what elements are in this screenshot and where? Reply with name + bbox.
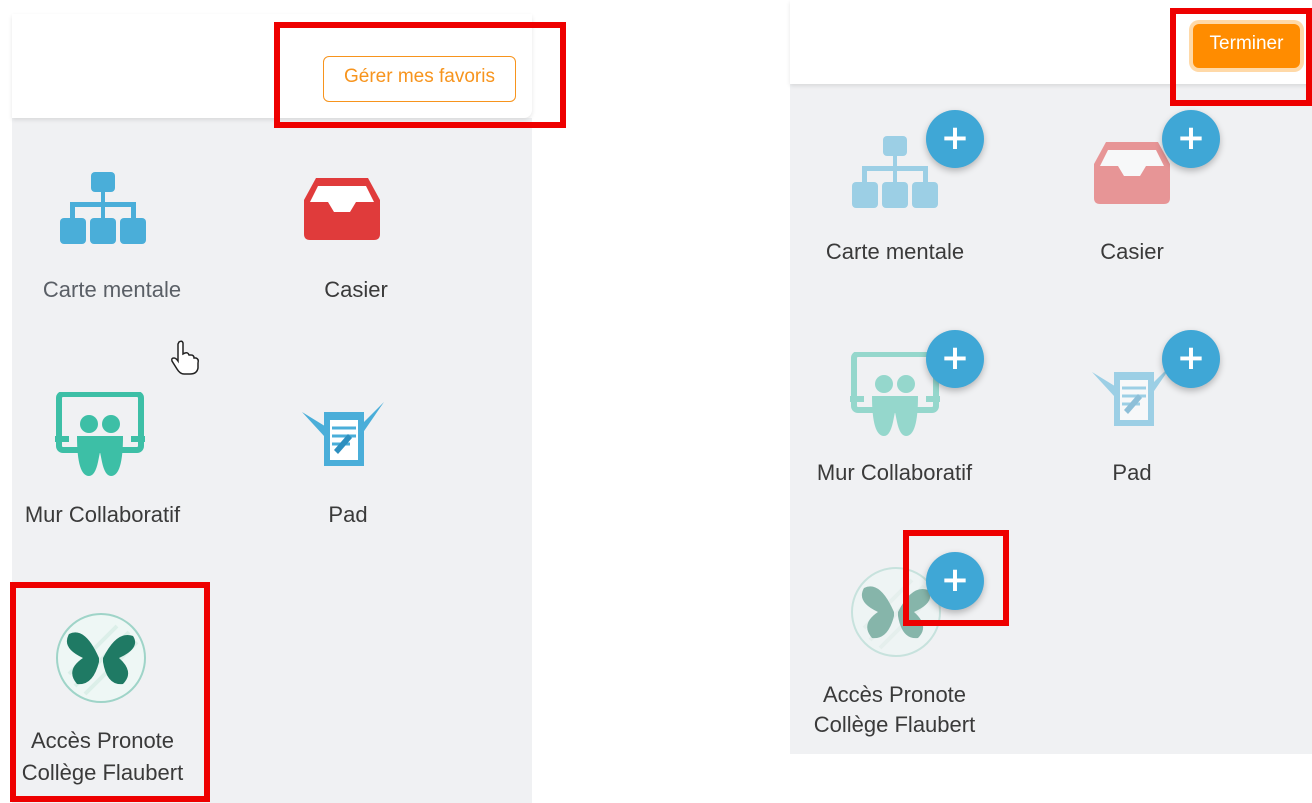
app-label-acces-pronote-line1: Accès Pronote: [822, 682, 967, 707]
app-label-mur-collaboratif: Mur Collaboratif: [816, 460, 973, 485]
app-label-acces-pronote-line2: Collège Flaubert: [813, 712, 976, 737]
highlight-box-manage-favorites: [274, 22, 566, 128]
app-label-pad: Pad: [1112, 460, 1152, 485]
add-favorite-button-mur-collaboratif[interactable]: +: [926, 330, 984, 388]
app-label-carte-mentale: Carte mentale: [825, 239, 965, 264]
inbox-tray-icon: [1094, 142, 1170, 204]
inbox-tray-icon[interactable]: [304, 178, 380, 240]
app-label-casier: Casier: [1100, 239, 1164, 264]
highlight-box-finish: [1170, 8, 1312, 106]
highlight-box-add-pronote: [903, 530, 1009, 626]
add-favorite-button-carte-mentale[interactable]: +: [926, 110, 984, 168]
highlight-box-acces-pronote: [10, 582, 210, 802]
app-label-casier[interactable]: Casier: [256, 275, 456, 305]
hand-cursor-icon: [171, 340, 199, 375]
sitemap-icon[interactable]: [58, 172, 148, 246]
add-favorite-button-pad[interactable]: +: [1162, 330, 1220, 388]
app-label-carte-mentale[interactable]: Carte mentale: [12, 275, 212, 305]
app-label-mur-collaboratif[interactable]: Mur Collaboratif: [0, 500, 205, 530]
add-favorite-button-casier[interactable]: +: [1162, 110, 1220, 168]
collaborative-wall-icon[interactable]: [55, 392, 145, 476]
pad-icon[interactable]: [300, 398, 386, 470]
app-label-pad[interactable]: Pad: [248, 500, 448, 530]
